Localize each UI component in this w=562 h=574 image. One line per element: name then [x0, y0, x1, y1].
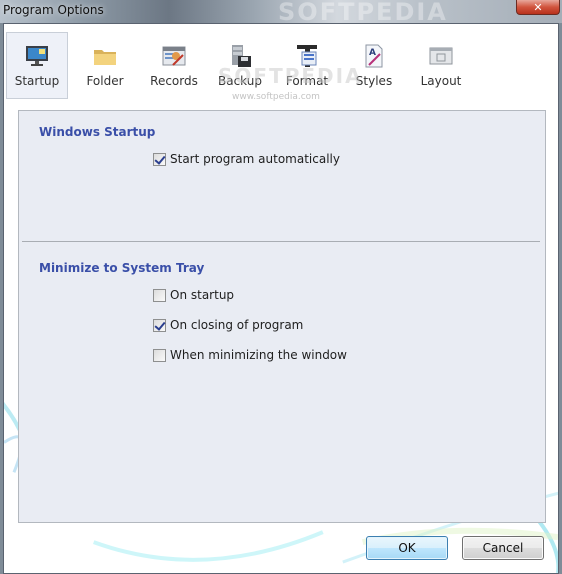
tab-label: Folder: [86, 74, 124, 88]
folder-icon: [94, 50, 116, 65]
checkbox-label: On startup: [170, 288, 235, 302]
watermark-url: www.softpedia.com: [232, 92, 320, 102]
checkbox-when-minimizing[interactable]: When minimizing the window: [153, 348, 347, 362]
checkbox-label: Start program automatically: [170, 152, 340, 166]
options-panel: Windows Startup Start program automatica…: [18, 110, 546, 523]
close-button[interactable]: ✕: [516, 0, 560, 15]
close-icon: ✕: [533, 0, 543, 14]
monitor-icon: [26, 46, 48, 66]
tab-startup[interactable]: Startup: [6, 32, 68, 99]
styles-icon: A: [365, 44, 383, 68]
tab-records[interactable]: Records: [143, 32, 205, 99]
svg-text:A: A: [369, 48, 376, 58]
checkbox-on-startup[interactable]: On startup: [153, 288, 234, 302]
window-title: Program Options: [3, 3, 104, 17]
checkbox[interactable]: [153, 348, 166, 362]
section-title-windows-startup: Windows Startup: [39, 125, 156, 139]
tab-label: Records: [150, 74, 198, 88]
section-title-system-tray: Minimize to System Tray: [39, 261, 205, 275]
title-bar[interactable]: SOFTPEDIA Program Options ✕: [0, 0, 562, 26]
checkbox-on-closing[interactable]: On closing of program: [153, 318, 303, 332]
options-toolbar: Startup Folder Records Backup Format A S…: [4, 24, 558, 104]
dialog-client: Startup Folder Records Backup Format A S…: [3, 23, 559, 574]
tab-layout[interactable]: Layout: [410, 32, 472, 99]
tab-label: Layout: [420, 74, 462, 88]
checkbox-label: On closing of program: [170, 318, 304, 332]
section-divider: [22, 241, 540, 242]
watermark: SOFTPEDIA: [218, 64, 363, 88]
cancel-button[interactable]: Cancel: [462, 536, 544, 560]
ok-button[interactable]: OK: [366, 536, 448, 560]
checkbox[interactable]: [153, 288, 166, 302]
checkbox-label: When minimizing the window: [170, 348, 347, 362]
tab-folder[interactable]: Folder: [74, 32, 136, 99]
checkbox[interactable]: [153, 318, 166, 332]
tab-label: Startup: [14, 74, 60, 88]
checkbox-start-automatically[interactable]: Start program automatically: [153, 152, 340, 166]
records-icon: [162, 46, 186, 66]
layout-icon: [429, 47, 453, 65]
checkbox[interactable]: [153, 152, 166, 166]
